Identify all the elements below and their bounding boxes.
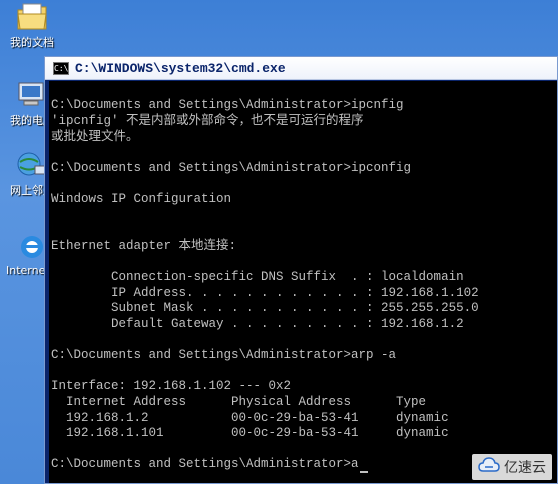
console-line: Interface: 192.168.1.102 --- 0x2 (51, 379, 292, 393)
watermark-text: 亿速云 (504, 460, 546, 476)
console-line: IP Address. . . . . . . . . . . . : 192.… (51, 286, 479, 300)
console-line: 192.168.1.101 00-0c-29-ba-53-41 dynamic (51, 426, 449, 440)
console-line: C:\Documents and Settings\Administrator>… (51, 348, 397, 362)
console-line: Internet Address Physical Address Type (51, 395, 427, 409)
console-line: 'ipcnfig' 不是内部或外部命令，也不是可运行的程序 (51, 114, 364, 128)
console-line: C:\Documents and Settings\Administrator>… (51, 98, 404, 112)
console-line: 192.168.1.2 00-0c-29-ba-53-41 dynamic (51, 411, 449, 425)
watermark: 亿速云 (472, 454, 552, 480)
window-titlebar[interactable]: C:\ C:\WINDOWS\system32\cmd.exe (45, 57, 557, 80)
console-line: Ethernet adapter 本地连接: (51, 239, 237, 253)
console-line: Windows IP Configuration (51, 192, 232, 206)
desktop-icon-label: 我的文档 (10, 36, 54, 49)
cmd-window[interactable]: C:\ C:\WINDOWS\system32\cmd.exe C:\Docum… (44, 56, 558, 484)
console-icon: C:\ (53, 61, 69, 75)
console-line: Connection-specific DNS Suffix . : local… (51, 270, 464, 284)
text-cursor (359, 470, 368, 473)
console-output[interactable]: C:\Documents and Settings\Administrator>… (49, 81, 557, 483)
documents-folder-icon (15, 2, 49, 32)
cloud-logo-icon (478, 457, 500, 477)
desktop-icon-my-documents[interactable]: 我的文档 (6, 2, 58, 50)
console-line: Default Gateway . . . . . . . . . : 192.… (51, 317, 464, 331)
console-prompt-line[interactable]: C:\Documents and Settings\Administrator>… (51, 457, 368, 473)
console-line: C:\Documents and Settings\Administrator>… (51, 161, 412, 175)
console-line: Subnet Mask . . . . . . . . . . . : 255.… (51, 301, 479, 315)
console-line: 或批处理文件。 (51, 130, 139, 144)
window-title: C:\WINDOWS\system32\cmd.exe (75, 60, 286, 76)
console-line: C:\Documents and Settings\Administrator>… (51, 457, 359, 471)
